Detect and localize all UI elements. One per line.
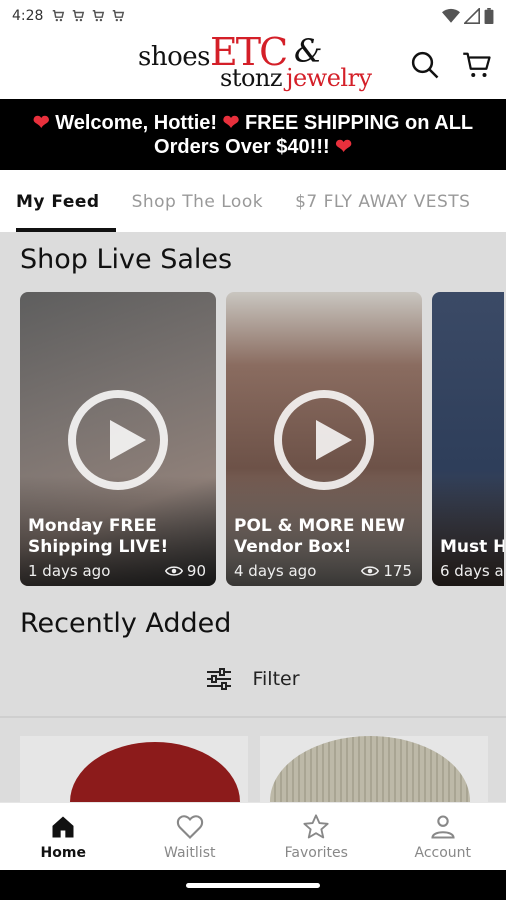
product-card[interactable] — [20, 736, 248, 802]
play-icon[interactable] — [274, 390, 374, 490]
nav-favorites-label: Favorites — [284, 844, 348, 861]
card-title: POL & MORE NEW Vendor Box! — [234, 516, 405, 557]
banner-line-1: ❤ Welcome, Hottie! ❤ FREE SHIPPING on AL… — [0, 111, 506, 135]
home-gesture-handle[interactable] — [186, 883, 320, 888]
eye-icon — [361, 566, 380, 576]
nav-account-label: Account — [414, 844, 472, 861]
banner-welcome-text: Welcome, Hottie! — [55, 112, 218, 134]
logo-stonz: stonz — [220, 64, 283, 92]
card-date: 1 days ago — [28, 562, 111, 580]
status-time: 4:28 — [12, 8, 44, 24]
logo-jewelry: jewelry — [286, 64, 372, 92]
nav-home[interactable]: Home — [0, 803, 127, 870]
system-icons — [442, 8, 494, 24]
battery-icon — [484, 8, 494, 24]
tab-my-feed[interactable]: My Feed — [0, 172, 116, 232]
live-sales-carousel[interactable]: Monday FREE Shipping LIVE! 1 days ago 90… — [20, 292, 504, 586]
banner-line-2: Orders Over $40!!! ❤ — [0, 135, 506, 159]
cart-notification-icon — [73, 10, 85, 22]
person-icon — [431, 814, 455, 839]
tab-fly-away-vests[interactable]: $7 FLY AWAY VESTS — [279, 172, 486, 232]
star-icon — [303, 813, 329, 838]
card-date: 4 days ago — [234, 562, 317, 580]
nav-favorites[interactable]: Favorites — [253, 803, 380, 870]
heart-emoji-icon: ❤ — [335, 136, 352, 158]
product-card[interactable] — [260, 736, 488, 802]
sliders-icon — [207, 668, 232, 690]
nav-home-label: Home — [40, 844, 86, 861]
logo-shoes: shoes — [138, 42, 210, 72]
card-views: 90 — [164, 562, 206, 580]
live-sale-card[interactable]: Monday FREE Shipping LIVE! 1 days ago 90 — [20, 292, 216, 586]
cart-notification-icon — [93, 10, 105, 22]
signal-icon — [464, 8, 480, 24]
filter-button[interactable]: Filter — [0, 664, 506, 694]
live-sale-card[interactable]: Must H 6 days a — [432, 292, 504, 586]
app-header: shoes ETC & stonz jewelry — [0, 30, 506, 98]
search-icon[interactable] — [410, 50, 440, 80]
feed-content[interactable]: Shop Live Sales Monday FREE Shipping LIV… — [0, 232, 506, 802]
status-bar: 4:28 — [0, 0, 506, 32]
cart-notification-icon — [113, 10, 125, 22]
card-views: 175 — [361, 562, 412, 580]
live-sales-title: Shop Live Sales — [20, 244, 233, 275]
cart-notification-icon — [53, 10, 65, 22]
filter-label: Filter — [252, 668, 300, 690]
system-gesture-bar — [0, 870, 506, 900]
recently-added-title: Recently Added — [20, 608, 232, 639]
heart-emoji-icon: ❤ — [32, 112, 50, 134]
heart-emoji-icon: ❤ — [222, 112, 240, 134]
promo-banner: ❤ Welcome, Hottie! ❤ FREE SHIPPING on AL… — [0, 99, 506, 170]
cart-icon[interactable] — [462, 50, 492, 80]
heart-icon — [176, 814, 203, 839]
section-divider — [0, 716, 506, 718]
banner-shipping-text: FREE SHIPPING on ALL — [244, 112, 474, 134]
nav-waitlist[interactable]: Waitlist — [127, 803, 254, 870]
card-title: Must H — [440, 537, 504, 557]
category-tabs: My Feed Shop The Look $7 FLY AWAY VESTS — [0, 172, 506, 232]
play-icon[interactable] — [68, 390, 168, 490]
eye-icon — [164, 566, 183, 576]
bottom-navigation: Home Waitlist Favorites Account — [0, 802, 506, 870]
product-image-red-hat — [70, 742, 240, 802]
home-icon — [52, 816, 74, 837]
tab-shop-the-look[interactable]: Shop The Look — [116, 172, 280, 232]
wifi-icon — [442, 8, 460, 23]
nav-account[interactable]: Account — [380, 803, 506, 870]
brand-logo[interactable]: shoes ETC & stonz jewelry — [138, 30, 378, 94]
nav-waitlist-label: Waitlist — [164, 844, 216, 861]
card-view-count: 90 — [186, 562, 206, 580]
product-image-beige-hat — [270, 736, 470, 802]
banner-orders-text: Orders Over $40!!! — [154, 136, 330, 158]
card-title: Monday FREE Shipping LIVE! — [28, 516, 169, 557]
live-sale-card[interactable]: POL & MORE NEW Vendor Box! 4 days ago 17… — [226, 292, 422, 586]
notification-icons — [51, 9, 125, 23]
card-date: 6 days a — [440, 562, 504, 580]
card-view-count: 175 — [383, 562, 412, 580]
